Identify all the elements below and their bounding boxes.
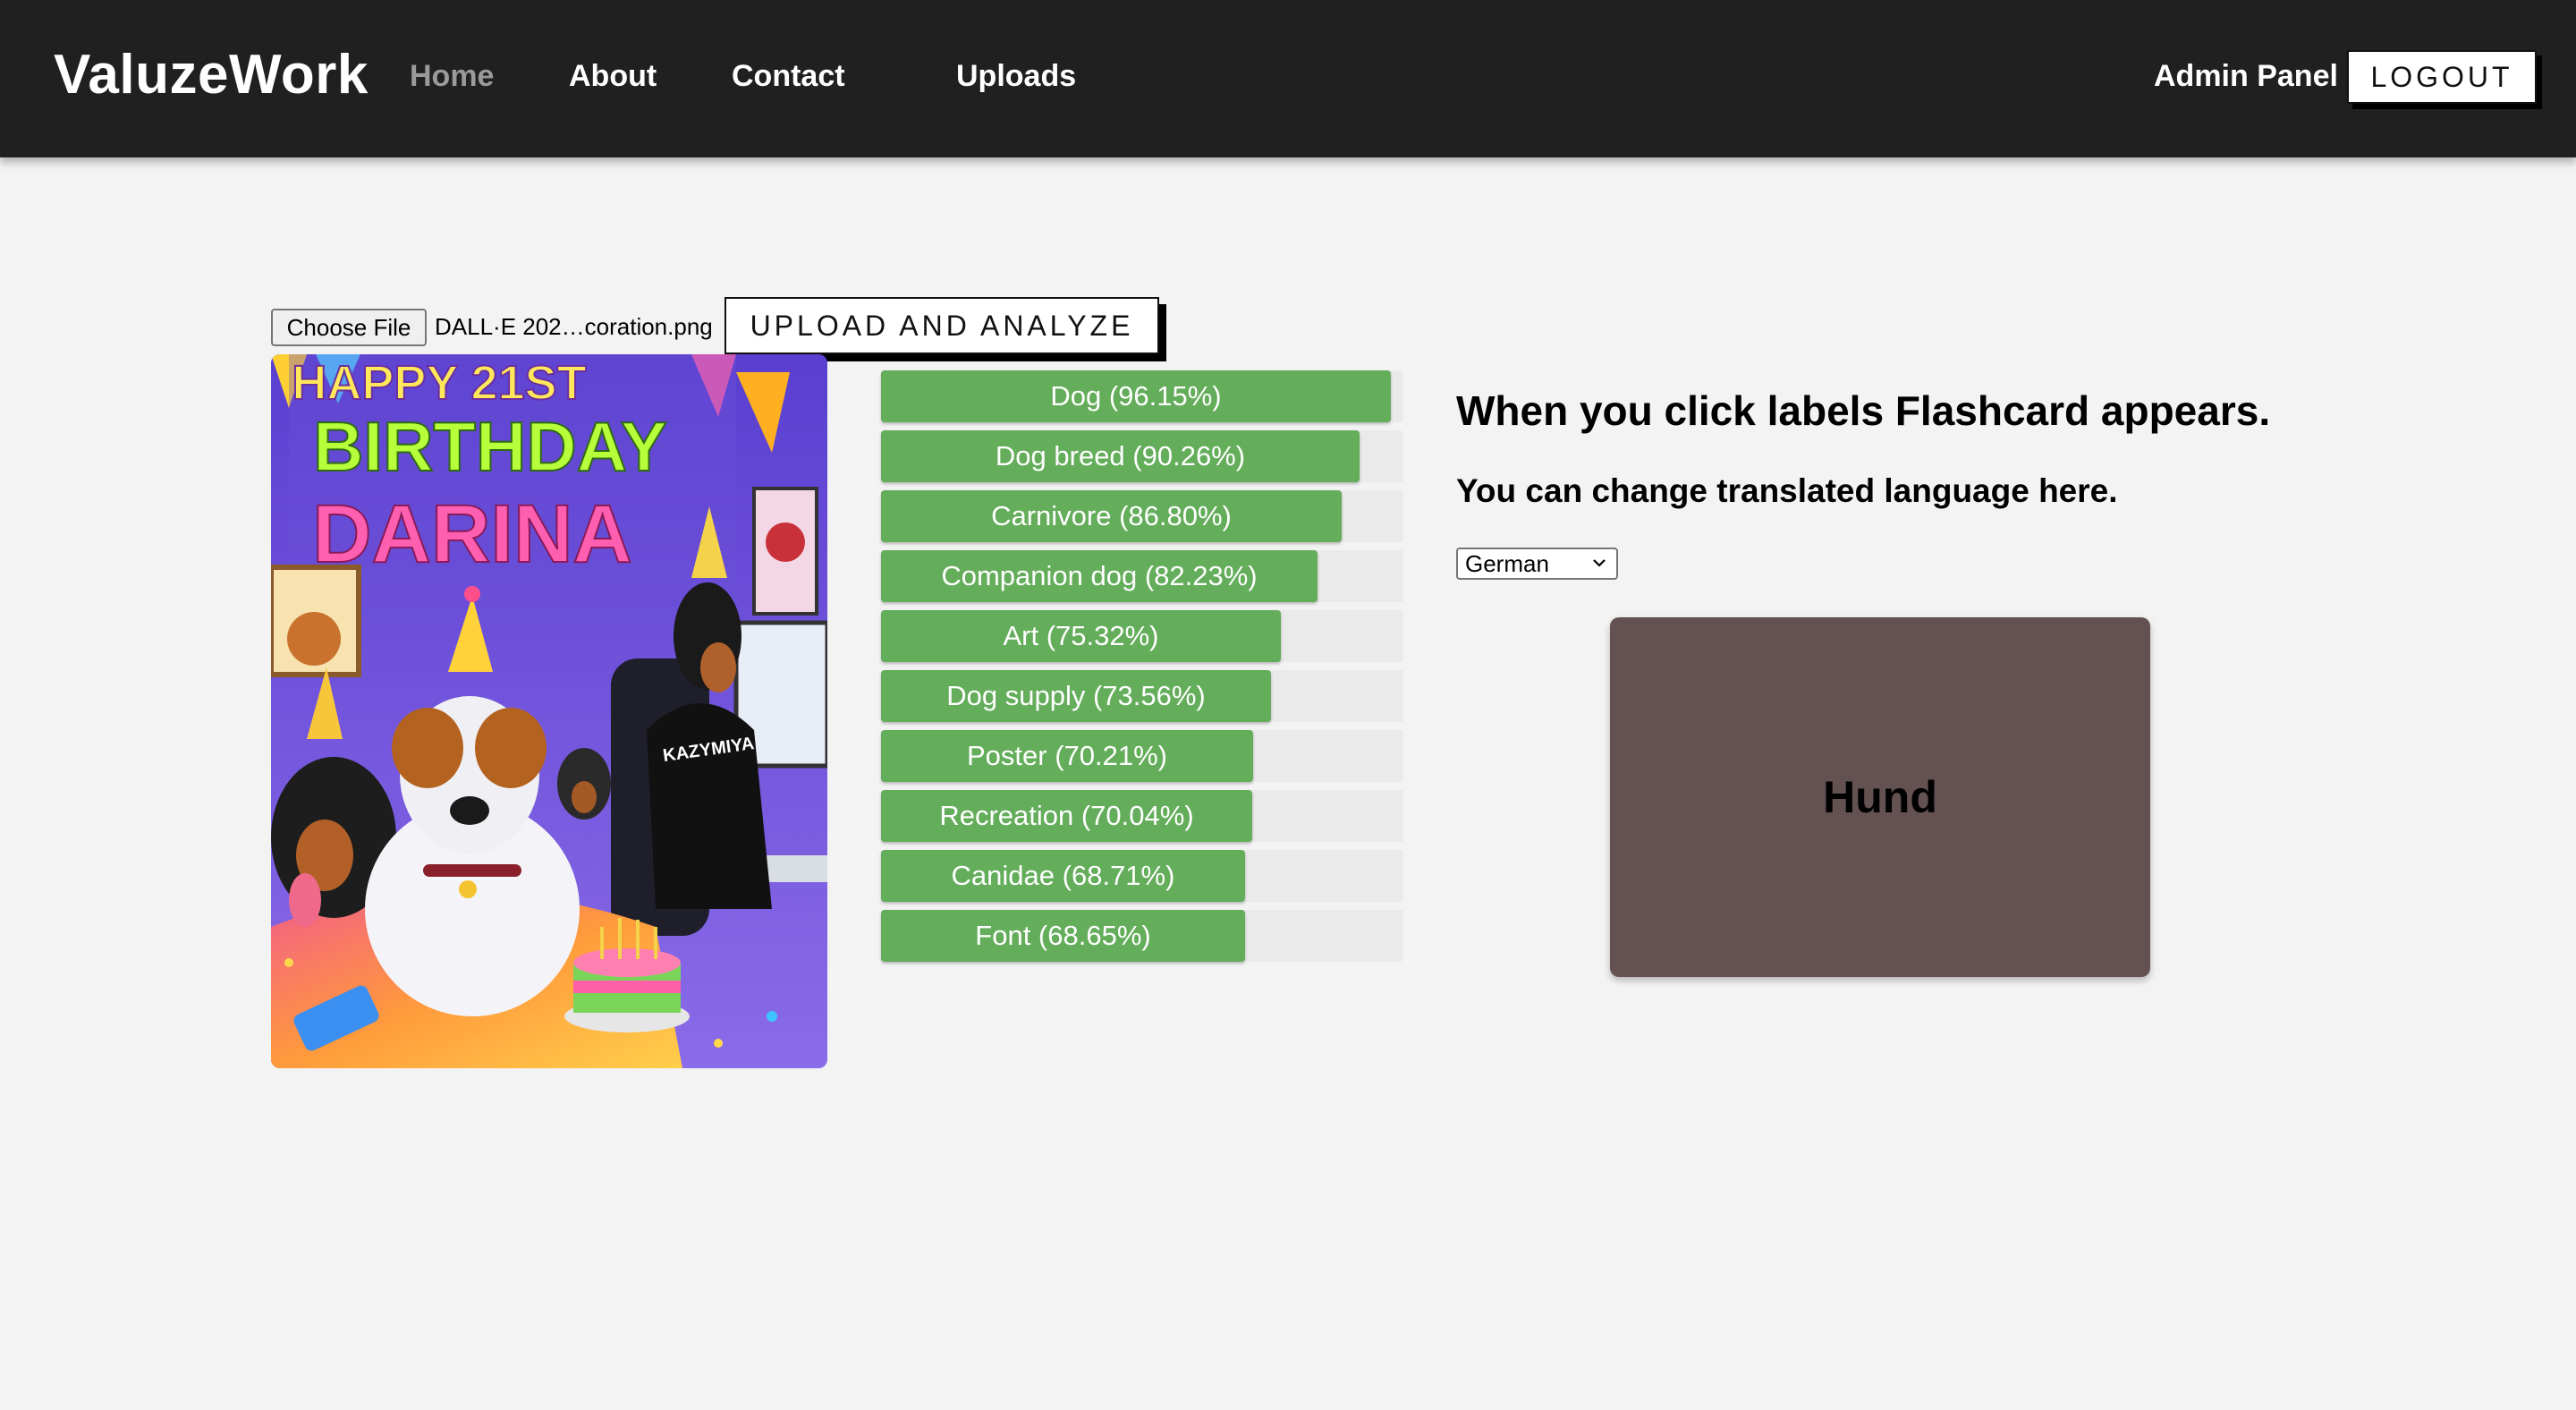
label-item[interactable]: Canidae (68.71%) — [881, 850, 1403, 902]
nav-contact[interactable]: Contact — [732, 59, 845, 94]
label-item[interactable]: Recreation (70.04%) — [881, 790, 1403, 842]
label-item[interactable]: Companion dog (82.23%) — [881, 550, 1403, 602]
nav-uploads[interactable]: Uploads — [956, 59, 1076, 94]
flashcard-word: Hund — [1823, 772, 1937, 822]
label-text: Canidae (68.71%) — [951, 860, 1175, 891]
label-list: Dog (96.15%) Dog breed (90.26%) Carnivore … — [881, 370, 1403, 970]
language-hint: You can change translated language here. — [1456, 472, 2118, 509]
label-text: Art (75.32%) — [1003, 620, 1159, 651]
brand-logo[interactable]: ValuzeWork — [54, 43, 369, 106]
image-text-birthday: BIRTHDAY — [313, 407, 667, 486]
label-text: Font (68.65%) — [975, 920, 1151, 951]
birthday-illustration: HAPPY 21ST BIRTHDAY DARINA KAZYMIYA — [271, 354, 827, 1068]
nav-admin-panel[interactable]: Admin Panel — [2154, 59, 2338, 94]
flashcard[interactable]: Hund — [1610, 617, 2150, 977]
label-text: Companion dog (82.23%) — [941, 560, 1258, 591]
label-item[interactable]: Font (68.65%) — [881, 910, 1403, 962]
selected-file-name: DALL·E 202…coration.png — [435, 313, 713, 340]
language-select-value: German — [1465, 549, 1549, 577]
chevron-down-icon — [1593, 559, 1606, 567]
label-text: Dog breed (90.26%) — [995, 440, 1246, 471]
image-text-darina: DARINA — [312, 488, 632, 580]
label-item[interactable]: Dog (96.15%) — [881, 370, 1403, 422]
choose-file-button[interactable]: Choose File — [271, 309, 427, 346]
language-select[interactable]: German — [1456, 548, 1618, 580]
image-text-happy: HAPPY 21ST — [292, 356, 586, 410]
label-item[interactable]: Poster (70.21%) — [881, 730, 1403, 782]
label-text: Poster (70.21%) — [967, 740, 1167, 771]
navbar: ValuzeWork Home About Contact Uploads Ad… — [0, 0, 2576, 157]
upload-and-analyze-button[interactable]: UPLOAD AND ANALYZE — [724, 297, 1159, 354]
label-text: Carnivore (86.80%) — [991, 500, 1232, 531]
nav-about[interactable]: About — [569, 59, 657, 94]
flashcard-instructions: When you click labels Flashcard appears. — [1456, 387, 2271, 434]
label-item[interactable]: Art (75.32%) — [881, 610, 1403, 662]
label-text: Dog (96.15%) — [1050, 380, 1222, 412]
logout-button[interactable]: LOGOUT — [2347, 50, 2537, 104]
uploaded-image-preview: HAPPY 21ST BIRTHDAY DARINA KAZYMIYA — [271, 354, 827, 1068]
label-item[interactable]: Dog supply (73.56%) — [881, 670, 1403, 722]
label-text: Dog supply (73.56%) — [946, 680, 1206, 711]
label-text: Recreation (70.04%) — [939, 800, 1194, 831]
label-item[interactable]: Carnivore (86.80%) — [881, 490, 1403, 542]
nav-home[interactable]: Home — [410, 59, 494, 94]
label-item[interactable]: Dog breed (90.26%) — [881, 430, 1403, 482]
